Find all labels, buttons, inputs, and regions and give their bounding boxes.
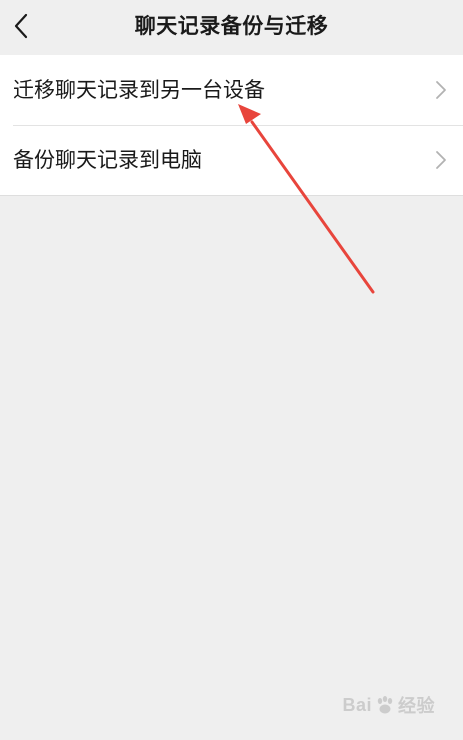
watermark-brand-right: 经验: [398, 696, 435, 716]
list-divider: [0, 195, 463, 196]
menu-list: 迁移聊天记录到另一台设备 备份聊天记录到电脑: [0, 55, 463, 195]
menu-item-label: 迁移聊天记录到另一台设备: [13, 78, 265, 102]
baidu-jingyan-watermark: Bai 经验: [342, 692, 435, 718]
menu-item-backup-to-computer[interactable]: 备份聊天记录到电脑: [0, 125, 463, 195]
menu-item-label: 备份聊天记录到电脑: [13, 148, 202, 172]
chevron-right-icon: [436, 151, 446, 169]
page-title: 聊天记录备份与迁移: [134, 14, 329, 38]
nav-bar: 聊天记录备份与迁移: [0, 0, 463, 54]
menu-item-migrate-chat-history[interactable]: 迁移聊天记录到另一台设备: [0, 55, 463, 125]
watermark-brand-left: Bai: [342, 694, 372, 715]
baidu-paw-icon: [377, 696, 393, 714]
chevron-right-icon: [436, 81, 446, 99]
